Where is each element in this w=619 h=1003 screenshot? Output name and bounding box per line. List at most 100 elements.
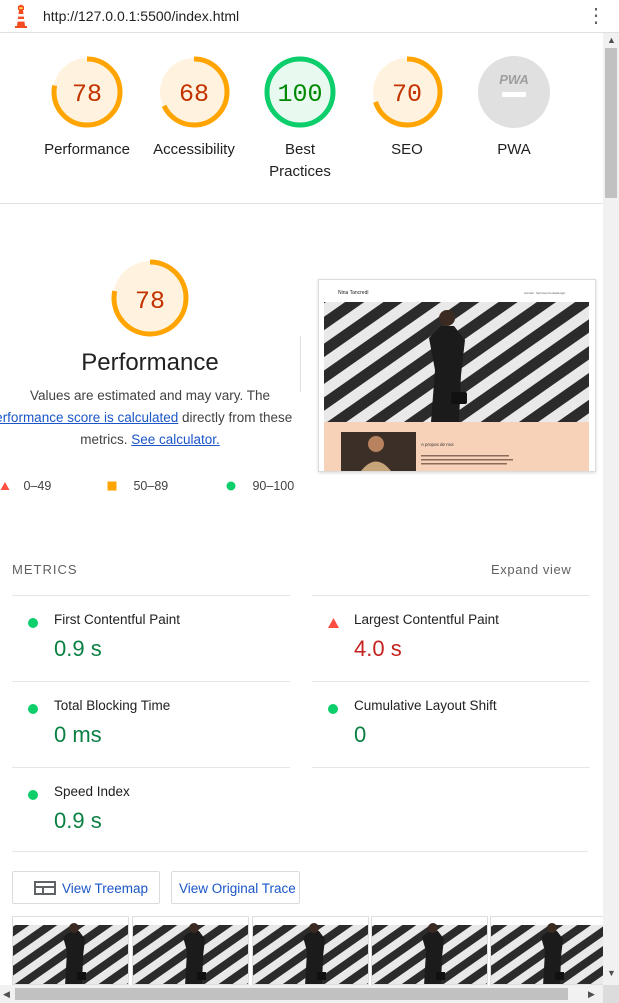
metric-value: 4.0 s bbox=[354, 636, 402, 661]
page-preview-image: Nina Tancredi Accueil Services Contact L… bbox=[319, 280, 595, 471]
gauge-performance[interactable]: 78 Performance bbox=[32, 55, 142, 161]
filmstrip bbox=[12, 916, 603, 985]
pwa-badge-text: PWA bbox=[499, 72, 529, 87]
lighthouse-icon bbox=[15, 4, 27, 28]
seo-score: 70 bbox=[392, 80, 422, 109]
divider bbox=[300, 336, 301, 392]
legend-range: 0–49 bbox=[23, 479, 52, 493]
performance-gauge-ring: 78 bbox=[51, 56, 123, 128]
vertical-scroll-thumb[interactable] bbox=[605, 48, 617, 198]
preview-nav-item: Services bbox=[536, 291, 548, 295]
best-practices-score: 100 bbox=[277, 80, 322, 109]
scroll-right-arrow-icon[interactable]: ▶ bbox=[588, 989, 595, 1000]
gauge-label: Performance bbox=[44, 141, 130, 158]
preview-nav-item: Accueil bbox=[524, 291, 534, 295]
treemap-icon bbox=[34, 881, 56, 895]
pass-circle-icon bbox=[28, 704, 38, 714]
square-icon bbox=[107, 481, 117, 491]
expand-view-toggle[interactable]: Expand view bbox=[491, 562, 571, 577]
metric-first-contentful-paint: First Contentful Paint 0.9 s bbox=[12, 595, 290, 681]
pwa-badge-icon: PWA bbox=[478, 56, 550, 128]
pass-circle-icon bbox=[328, 704, 338, 714]
preview-brand: Nina Tancredi bbox=[338, 290, 368, 296]
circle-icon bbox=[226, 481, 236, 491]
best-practices-gauge-ring: 100 bbox=[264, 56, 336, 128]
gauge-label-line2: Practices bbox=[269, 163, 331, 180]
score-calculated-link[interactable]: performance score is calculated bbox=[0, 410, 178, 425]
metric-value: 0.9 s bbox=[54, 808, 102, 833]
view-treemap-label: View Treemap bbox=[62, 881, 149, 896]
divider bbox=[12, 851, 588, 852]
filmstrip-image bbox=[253, 923, 368, 984]
metric-speed-index: Speed Index 0.9 s bbox=[12, 767, 290, 853]
metric-value: 0.9 s bbox=[54, 636, 102, 661]
desc-text: directly from these bbox=[182, 410, 293, 425]
view-original-trace-label: View Original Trace bbox=[179, 881, 296, 896]
filmstrip-frame bbox=[371, 916, 488, 985]
vertical-scrollbar[interactable]: ▲ ▼ bbox=[603, 33, 619, 985]
gauge-seo[interactable]: 70 SEO bbox=[352, 55, 462, 161]
legend-range: 90–100 bbox=[252, 479, 295, 493]
report-header: http://127.0.0.1:5500/index.html ⋮ bbox=[0, 0, 619, 33]
metrics-heading: METRICS bbox=[12, 562, 78, 577]
seo-gauge-ring: 70 bbox=[371, 56, 443, 128]
performance-description: Values are estimated and may vary. The p… bbox=[0, 385, 300, 451]
page-url[interactable]: http://127.0.0.1:5500/index.html bbox=[43, 8, 239, 24]
pass-circle-icon bbox=[28, 618, 38, 628]
desc-text: metrics. bbox=[80, 432, 128, 447]
filmstrip-frame bbox=[252, 916, 369, 985]
filmstrip-frame bbox=[12, 916, 129, 985]
scrollbar-corner bbox=[603, 985, 619, 1003]
final-screenshot[interactable]: Nina Tancredi Accueil Services Contact L… bbox=[318, 279, 596, 472]
category-gauges: 78 Performance 68 Accessibility 100 Best… bbox=[0, 33, 603, 204]
gauge-label: Accessibility bbox=[153, 141, 235, 158]
preview-nav-item: Contact bbox=[548, 291, 559, 295]
fail-triangle-icon bbox=[328, 618, 339, 628]
view-treemap-button[interactable]: View Treemap bbox=[12, 871, 160, 904]
filmstrip-image bbox=[372, 923, 487, 984]
horizontal-scrollbar[interactable]: ◀ ▶ bbox=[0, 985, 603, 1003]
metric-title: Largest Contentful Paint bbox=[354, 612, 499, 627]
divider bbox=[312, 767, 590, 769]
scroll-down-arrow-icon[interactable]: ▼ bbox=[607, 968, 616, 978]
gauge-pwa[interactable]: PWA PWA bbox=[459, 55, 569, 161]
metric-cumulative-layout-shift: Cumulative Layout Shift 0 bbox=[312, 681, 590, 767]
legend-pass: 90–100 bbox=[226, 479, 294, 493]
gauge-label-line1: Best bbox=[284, 141, 315, 158]
see-calculator-link[interactable]: See calculator. bbox=[131, 432, 220, 447]
scroll-up-arrow-icon[interactable]: ▲ bbox=[607, 35, 616, 45]
view-original-trace-button[interactable]: View Original Trace bbox=[171, 871, 300, 904]
filmstrip-image bbox=[133, 923, 248, 984]
gauge-label: SEO bbox=[391, 141, 423, 158]
gauge-accessibility[interactable]: 68 Accessibility bbox=[139, 55, 249, 161]
preview-nav-item: Login bbox=[558, 291, 566, 295]
metric-total-blocking-time: Total Blocking Time 0 ms bbox=[12, 681, 290, 767]
legend-average: 50–89 bbox=[107, 479, 168, 493]
scroll-left-arrow-icon[interactable]: ◀ bbox=[3, 989, 10, 1000]
triangle-icon bbox=[0, 482, 10, 490]
performance-large-score: 78 bbox=[135, 287, 165, 316]
filmstrip-frame bbox=[132, 916, 249, 985]
filmstrip-image bbox=[13, 923, 128, 984]
preview-about-title: A propos de moi bbox=[421, 442, 454, 447]
accessibility-gauge-ring: 68 bbox=[158, 56, 230, 128]
horizontal-scroll-thumb[interactable] bbox=[15, 988, 568, 1000]
metric-value: 0 bbox=[354, 722, 367, 747]
filmstrip-image bbox=[491, 923, 603, 984]
filmstrip-frame bbox=[490, 916, 603, 985]
gauge-best-practices[interactable]: 100 Best Practices bbox=[245, 55, 355, 183]
performance-score: 78 bbox=[72, 80, 102, 109]
gauge-label: PWA bbox=[497, 141, 531, 158]
metric-largest-contentful-paint: Largest Contentful Paint 4.0 s bbox=[312, 595, 590, 681]
performance-summary: 78 Performance Values are estimated and … bbox=[0, 258, 300, 451]
metric-title: Total Blocking Time bbox=[54, 698, 171, 713]
legend-range: 50–89 bbox=[133, 479, 169, 493]
accessibility-score: 68 bbox=[179, 80, 209, 109]
desc-text: Values are estimated and may vary. The bbox=[29, 388, 271, 403]
gauge-label: Best Practices bbox=[245, 139, 355, 183]
kebab-menu-icon[interactable]: ⋮ bbox=[586, 4, 606, 28]
metric-title: First Contentful Paint bbox=[54, 612, 181, 627]
performance-title: Performance bbox=[81, 349, 219, 376]
legend-fail: 0–49 bbox=[0, 479, 51, 493]
performance-large-gauge: 78 bbox=[111, 259, 189, 337]
